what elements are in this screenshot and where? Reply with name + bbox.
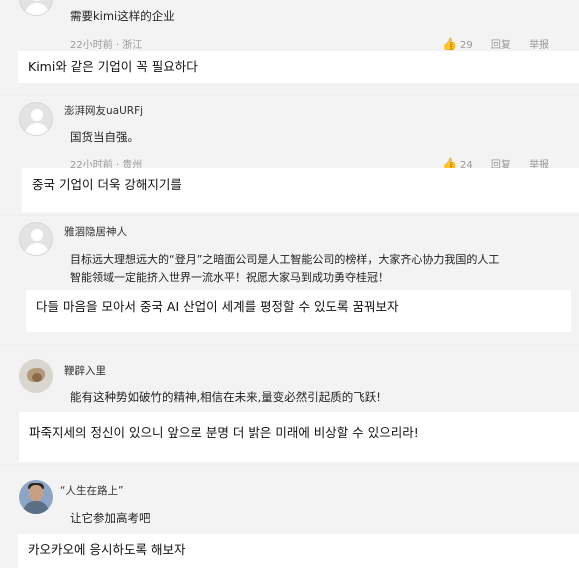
like-count: 29 — [459, 40, 473, 51]
comment-username[interactable]: 鞭辟入里 — [64, 363, 106, 378]
avatar[interactable] — [19, 480, 53, 514]
avatar[interactable] — [19, 359, 53, 393]
avatar[interactable] — [19, 102, 53, 136]
like-button[interactable]: 👍 29 — [442, 37, 473, 51]
comment-text: 需要kimi这样的企业 — [70, 9, 175, 23]
comment-time: 22小时前 — [70, 40, 113, 51]
comment-text: 能有这种势如破竹的精神,相信在未来,量变必然引起质的飞跃! — [70, 390, 381, 404]
comment-text-line-1: 目标远大理想远大的“登月”之暗面公司是人工智能公司的榜样，大家齐心协力我国的人工 — [70, 253, 500, 266]
thumbs-up-icon: 👍 — [442, 37, 457, 51]
translation-overlay: Kimi와 같은 기업이 꼭 필요하다 — [18, 51, 579, 83]
translation-overlay: 카오카오에 응시하도록 해보자 — [18, 534, 579, 568]
comment-location: 浙江 — [122, 40, 143, 51]
comment-username[interactable]: “人生在路上” — [60, 483, 123, 498]
comment-text-line-2: 智能领域一定能挤入世界一流水平！祝愿大家马到成功勇夺桂冠！ — [70, 271, 389, 284]
comment-actions: 👍 29 回复 举报 — [442, 36, 549, 51]
comment-text: 让它参加高考吧 — [70, 511, 151, 525]
translation-overlay: 다들 마음을 모아서 중국 AI 산업이 세계를 평정할 수 있도록 꿈꿔보자 — [26, 290, 571, 332]
reply-button[interactable]: 回复 — [491, 36, 511, 51]
avatar[interactable] — [19, 222, 53, 256]
report-button[interactable]: 举报 — [529, 36, 549, 51]
avatar[interactable] — [19, 0, 53, 16]
translation-overlay: 파죽지세의 정신이 있으니 앞으로 분명 더 밝은 미래에 비상할 수 있으리라… — [19, 412, 579, 462]
comment-meta: 22小时前 · 浙江 — [70, 40, 143, 51]
comment-username[interactable]: 雅涸隐居神人 — [64, 224, 127, 239]
comment-text: 国货当自强。 — [70, 130, 139, 144]
translation-overlay: 중국 기업이 더욱 강해지기를 — [22, 168, 579, 212]
comment-username[interactable]: 澎湃网友uaURFj — [64, 103, 143, 118]
